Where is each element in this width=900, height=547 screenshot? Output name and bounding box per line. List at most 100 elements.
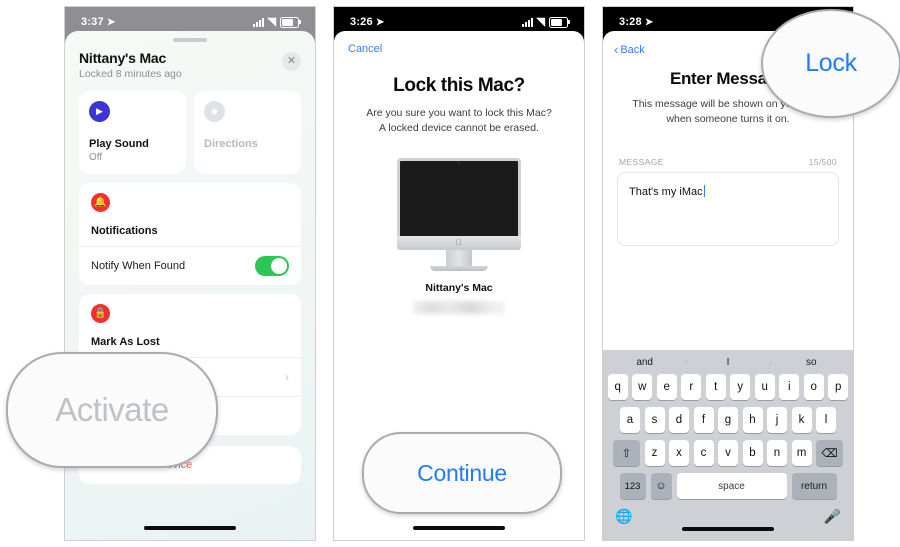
message-field-header: MESSAGE 15/500 xyxy=(603,127,853,172)
notify-when-found-toggle[interactable] xyxy=(255,256,289,276)
key-z[interactable]: z xyxy=(644,440,665,466)
message-input[interactable]: That's my iMac xyxy=(617,172,839,247)
imac-display xyxy=(397,158,521,237)
return-key[interactable]: return xyxy=(791,473,837,499)
imac-stand-foot xyxy=(430,266,488,272)
page-title: Lock this Mac? xyxy=(393,75,525,96)
status-bar-time-group: 3:26 ➤ xyxy=(350,16,384,28)
emoji-icon[interactable]: ☺ xyxy=(650,473,672,499)
location-arrow-icon: ➤ xyxy=(375,16,385,28)
imac-stand-neck xyxy=(446,250,472,267)
signal-bars-icon xyxy=(252,17,264,27)
key-l[interactable]: l xyxy=(816,407,836,433)
keyboard-row-2: a s d f g h j k l xyxy=(603,407,853,433)
location-arrow-icon: ➤ xyxy=(106,16,116,28)
status-bar-icons: ◥ xyxy=(521,15,570,28)
key-p[interactable]: p xyxy=(828,374,849,400)
prediction-2[interactable]: I xyxy=(686,357,769,368)
sheet-header-text: Nittany's Mac Locked 8 minutes ago xyxy=(79,50,182,80)
screenshot-stage: 3:37 ➤ ◥ Nittany's Mac Locked 8 minutes … xyxy=(0,0,900,547)
key-s[interactable]: s xyxy=(644,407,665,433)
space-key[interactable]: space xyxy=(676,473,787,499)
close-icon[interactable]: ✕ xyxy=(282,52,301,71)
key-r[interactable]: r xyxy=(681,374,702,400)
predictive-text-bar: and I so xyxy=(603,350,853,374)
callout-continue-button[interactable]: Continue xyxy=(362,432,562,514)
key-d[interactable]: d xyxy=(669,407,689,433)
key-m[interactable]: m xyxy=(791,440,812,466)
chevron-right-icon: › xyxy=(285,370,289,384)
modal-subtitle-line2: A locked device cannot be erased. xyxy=(379,122,539,135)
mark-as-lost-header: 🔒 Mark As Lost xyxy=(79,294,301,357)
key-w[interactable]: w xyxy=(632,374,653,400)
status-time: 3:37 xyxy=(81,16,104,28)
signal-bars-icon xyxy=(521,17,533,27)
message-input-value: That's my iMac xyxy=(629,186,703,199)
keyboard-footer: 🌐 🎤 xyxy=(603,506,853,525)
prediction-1[interactable]: and xyxy=(603,357,686,368)
battery-icon xyxy=(280,16,301,28)
key-a[interactable]: a xyxy=(620,407,640,433)
device-status-text: Locked 8 minutes ago xyxy=(79,68,182,80)
notifications-card-header: 🔔 Notifications xyxy=(79,183,301,246)
key-i[interactable]: i xyxy=(779,374,800,400)
card-title: Mark As Lost xyxy=(91,336,160,348)
key-j[interactable]: j xyxy=(767,407,787,433)
home-indicator xyxy=(413,526,505,530)
sheet-header: Nittany's Mac Locked 8 minutes ago ✕ xyxy=(65,42,315,84)
row-label: Notify When Found xyxy=(91,260,186,272)
key-u[interactable]: u xyxy=(754,374,775,400)
location-arrow-icon: ➤ xyxy=(644,16,654,28)
key-n[interactable]: n xyxy=(767,440,787,466)
cancel-button[interactable]: Cancel xyxy=(348,43,382,55)
numbers-key[interactable]: 123 xyxy=(619,473,646,499)
key-g[interactable]: g xyxy=(718,407,738,433)
status-bar-icons: ◥ xyxy=(252,15,301,28)
tile-directions[interactable]: ◆ Directions xyxy=(194,91,301,174)
imac-chin:  xyxy=(397,236,521,251)
back-button[interactable]: ‹ Back xyxy=(614,43,645,56)
key-c[interactable]: c xyxy=(693,440,714,466)
key-b[interactable]: b xyxy=(742,440,763,466)
keyboard-row-4: 123 ☺ space return xyxy=(603,473,853,499)
key-k[interactable]: k xyxy=(791,407,812,433)
keyboard-row-1: q w e r t y u i o p xyxy=(603,374,853,400)
key-f[interactable]: f xyxy=(693,407,714,433)
key-x[interactable]: x xyxy=(669,440,689,466)
keyboard-row-3: ⇧ z x c v b n m ⌫ xyxy=(603,440,853,466)
tile-sublabel: Off xyxy=(89,152,103,163)
action-tiles: ▶ Play Sound Off ◆ Directions xyxy=(65,84,315,174)
backspace-icon[interactable]: ⌫ xyxy=(816,440,843,466)
tile-play-sound[interactable]: ▶ Play Sound Off xyxy=(79,91,186,174)
bell-icon: 🔔 xyxy=(91,193,110,212)
status-time: 3:26 xyxy=(350,16,373,28)
imac-icon:  xyxy=(397,158,521,272)
status-time: 3:28 xyxy=(619,16,642,28)
device-serial-blurred xyxy=(413,301,505,315)
status-bar-time-group: 3:37 ➤ xyxy=(81,16,115,28)
tile-label: Directions xyxy=(204,138,258,150)
key-y[interactable]: y xyxy=(730,374,751,400)
shift-icon[interactable]: ⇧ xyxy=(613,440,640,466)
key-o[interactable]: o xyxy=(803,374,824,400)
globe-icon[interactable]: 🌐 xyxy=(615,508,632,525)
modal-subtitle: Are you sure you want to lock this Mac? … xyxy=(334,106,584,136)
key-v[interactable]: v xyxy=(718,440,738,466)
callout-activate[interactable]: Activate xyxy=(6,352,218,468)
device-name: Nittany's Mac xyxy=(425,282,493,295)
wifi-icon: ◥ xyxy=(267,15,276,28)
on-screen-keyboard: and I so q w e r t y u i o p a s d f g h… xyxy=(603,350,853,540)
lock-icon: 🔒 xyxy=(91,304,110,323)
callout-lock-button[interactable]: Lock xyxy=(761,9,900,118)
key-h[interactable]: h xyxy=(742,407,763,433)
device-illustration:  Nittany's Mac xyxy=(334,158,584,315)
wifi-icon: ◥ xyxy=(536,15,545,28)
key-q[interactable]: q xyxy=(607,374,628,400)
key-e[interactable]: e xyxy=(656,374,677,400)
microphone-icon[interactable]: 🎤 xyxy=(824,508,841,525)
row-notify-when-found[interactable]: Notify When Found xyxy=(79,246,301,285)
modal-subtitle-line1: Are you sure you want to lock this Mac? xyxy=(366,107,552,119)
view-subtitle-line2: when someone turns it on. xyxy=(666,113,790,126)
key-t[interactable]: t xyxy=(705,374,726,400)
prediction-3[interactable]: so xyxy=(769,357,853,368)
